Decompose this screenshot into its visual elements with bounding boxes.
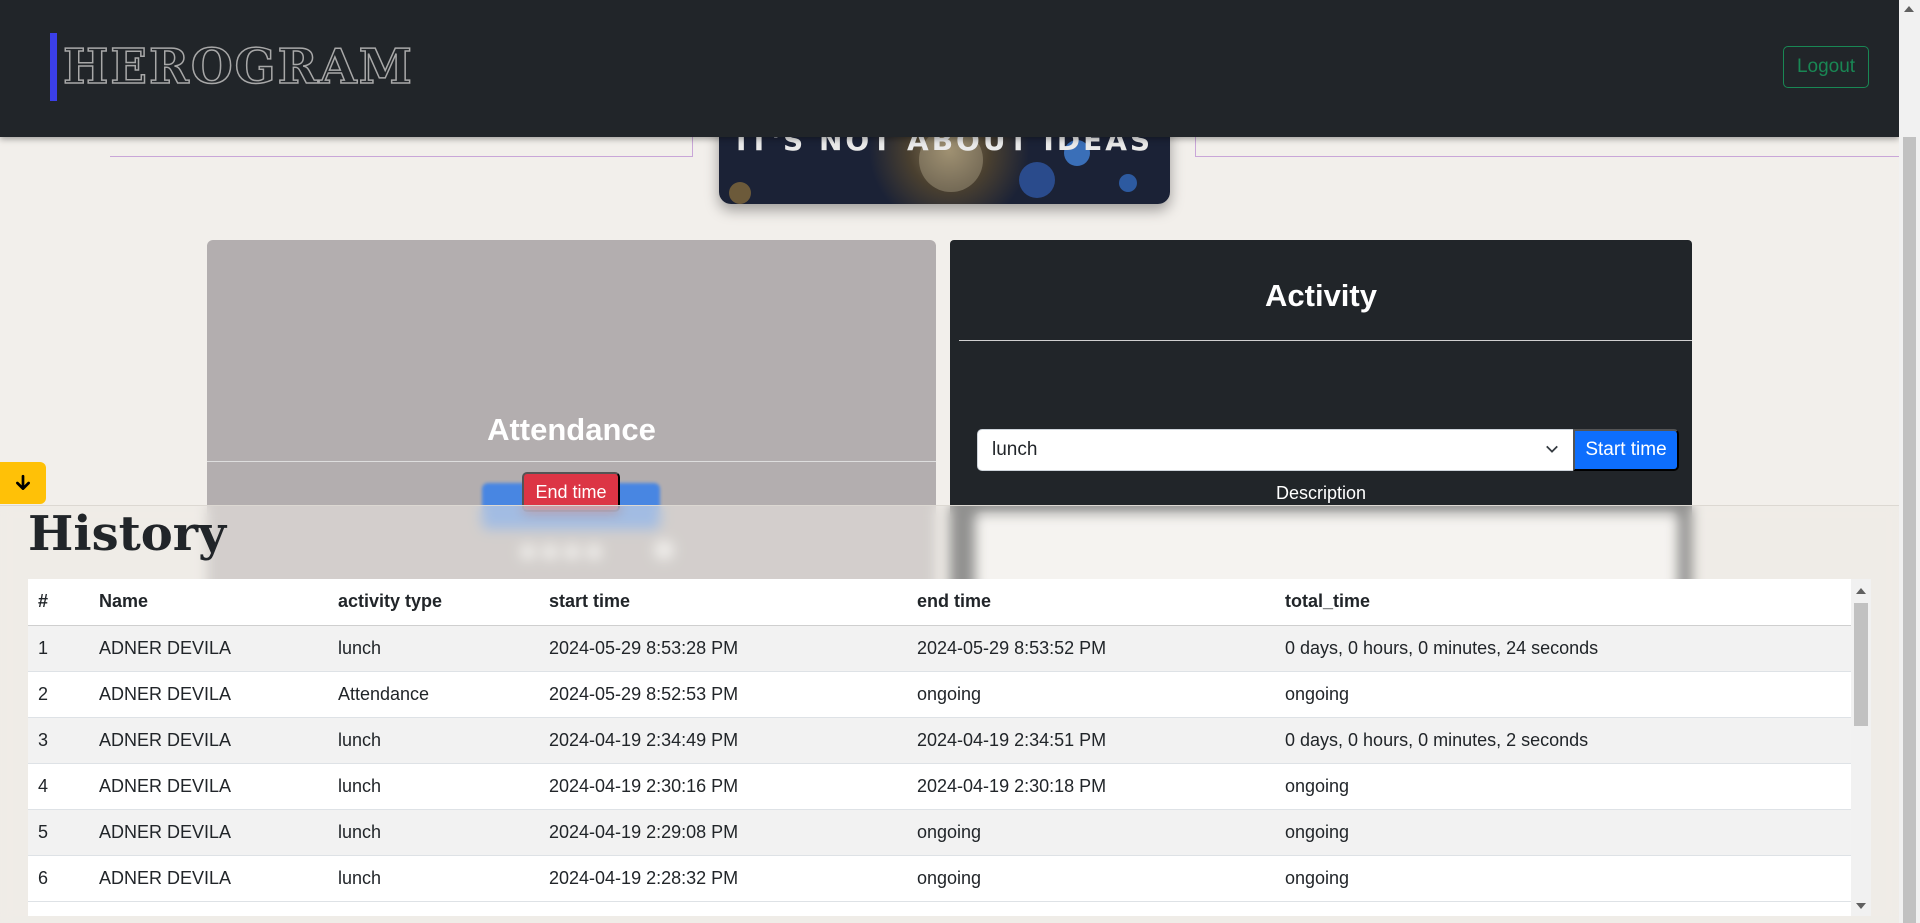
banner-decor-right (1195, 137, 1901, 157)
cell-index: 4 (28, 763, 89, 810)
cell-name: ADNER DEVILA (89, 671, 328, 718)
activity-select-value: lunch (992, 439, 1038, 460)
table-row: 3 ADNER DEVILA lunch 2024-04-19 2:34:49 … (28, 717, 1851, 764)
chevron-down-icon (1546, 445, 1558, 453)
activity-divider (959, 340, 1692, 341)
scroll-down-button[interactable] (0, 462, 46, 504)
column-header-start-time: start time (539, 579, 907, 626)
cell-end-time: ongoing (907, 809, 1275, 856)
description-label: Description (1275, 483, 1367, 503)
cell-end-time: ongoing (907, 671, 1275, 718)
cell-activity-type: Attendance (328, 671, 539, 718)
cell-end-time: ongoing (907, 855, 1275, 902)
cell-start-time: 2024-05-29 8:52:53 PM (539, 671, 907, 718)
cell-end-time: 2024-05-29 8:53:52 PM (907, 625, 1275, 672)
cell-activity-type: lunch (328, 809, 539, 856)
cell-total-time: ongoing (1275, 763, 1851, 810)
table-row: 1 ADNER DEVILA lunch 2024-05-29 8:53:28 … (28, 625, 1851, 672)
activity-title: Activity (1265, 278, 1377, 313)
navbar: HEROGRAM Logout (0, 0, 1899, 137)
cell-start-time: 2024-04-19 2:29:08 PM (539, 809, 907, 856)
cell-index: 6 (28, 855, 89, 902)
cell-start-time: 2024-04-19 2:34:49 PM (539, 717, 907, 764)
table-row: 4 ADNER DEVILA lunch 2024-04-19 2:30:16 … (28, 763, 1851, 810)
start-time-button[interactable]: Start time (1573, 429, 1679, 471)
cell-name: ADNER DEVILA (89, 717, 328, 764)
table-row: 5 ADNER DEVILA lunch 2024-04-19 2:29:08 … (28, 809, 1851, 856)
cell-name: ADNER DEVILA (89, 855, 328, 902)
column-header-total-time: total_time (1275, 579, 1851, 626)
cell-name: ADNER DEVILA (89, 625, 328, 672)
cell-activity-type: lunch (328, 625, 539, 672)
history-table-container[interactable]: # Name activity type start time end time… (28, 579, 1871, 916)
table-row: 6 ADNER DEVILA lunch 2024-04-19 2:28:32 … (28, 855, 1851, 902)
cell-index: 2 (28, 671, 89, 718)
cell-index: 5 (28, 809, 89, 856)
column-header-name: Name (89, 579, 328, 626)
cell-end-time: 2024-04-19 2:34:51 PM (907, 717, 1275, 764)
table-scrollbar-thumb[interactable] (1854, 603, 1868, 726)
logout-button[interactable]: Logout (1783, 46, 1869, 88)
activity-type-select[interactable]: lunch (977, 429, 1574, 471)
cell-total-time: ongoing (1275, 809, 1851, 856)
column-header-activity-type: activity type (328, 579, 539, 626)
history-table: # Name activity type start time end time… (28, 579, 1851, 902)
cell-name: ADNER DEVILA (89, 763, 328, 810)
table-scrollbar[interactable] (1851, 579, 1871, 916)
page-scroll-up-arrow-icon[interactable] (1904, 6, 1914, 12)
cell-activity-type: lunch (328, 763, 539, 810)
cell-index: 3 (28, 717, 89, 764)
cell-start-time: 2024-05-29 8:53:28 PM (539, 625, 907, 672)
history-title: History (28, 506, 226, 562)
page-scrollbar-thumb[interactable] (1903, 137, 1916, 923)
cell-start-time: 2024-04-19 2:30:16 PM (539, 763, 907, 810)
scroll-up-arrow-icon[interactable] (1856, 588, 1866, 594)
arrow-down-icon (16, 474, 30, 490)
scroll-down-arrow-icon[interactable] (1856, 903, 1866, 909)
table-header-row: # Name activity type start time end time… (28, 579, 1851, 626)
cell-end-time: 2024-04-19 2:30:18 PM (907, 763, 1275, 810)
column-header-end-time: end time (907, 579, 1275, 626)
attendance-divider (207, 461, 936, 462)
cell-name: ADNER DEVILA (89, 809, 328, 856)
page-scrollbar[interactable] (1899, 0, 1920, 923)
attendance-title: Attendance (487, 412, 656, 447)
cell-start-time: 2024-04-19 2:28:32 PM (539, 855, 907, 902)
cell-total-time: ongoing (1275, 855, 1851, 902)
table-row: 2 ADNER DEVILA Attendance 2024-05-29 8:5… (28, 671, 1851, 718)
brand-logo[interactable]: HEROGRAM (50, 33, 414, 101)
cell-activity-type: lunch (328, 855, 539, 902)
cell-total-time: 0 days, 0 hours, 0 minutes, 24 seconds (1275, 625, 1851, 672)
banner-decor-left (110, 137, 693, 157)
brand-name: HEROGRAM (62, 38, 414, 96)
history-panel: History # Name activity type start time … (0, 505, 1899, 923)
cell-total-time: ongoing (1275, 671, 1851, 718)
cell-index: 1 (28, 625, 89, 672)
cell-total-time: 0 days, 0 hours, 0 minutes, 2 seconds (1275, 717, 1851, 764)
cell-activity-type: lunch (328, 717, 539, 764)
column-header-index: # (28, 579, 89, 626)
